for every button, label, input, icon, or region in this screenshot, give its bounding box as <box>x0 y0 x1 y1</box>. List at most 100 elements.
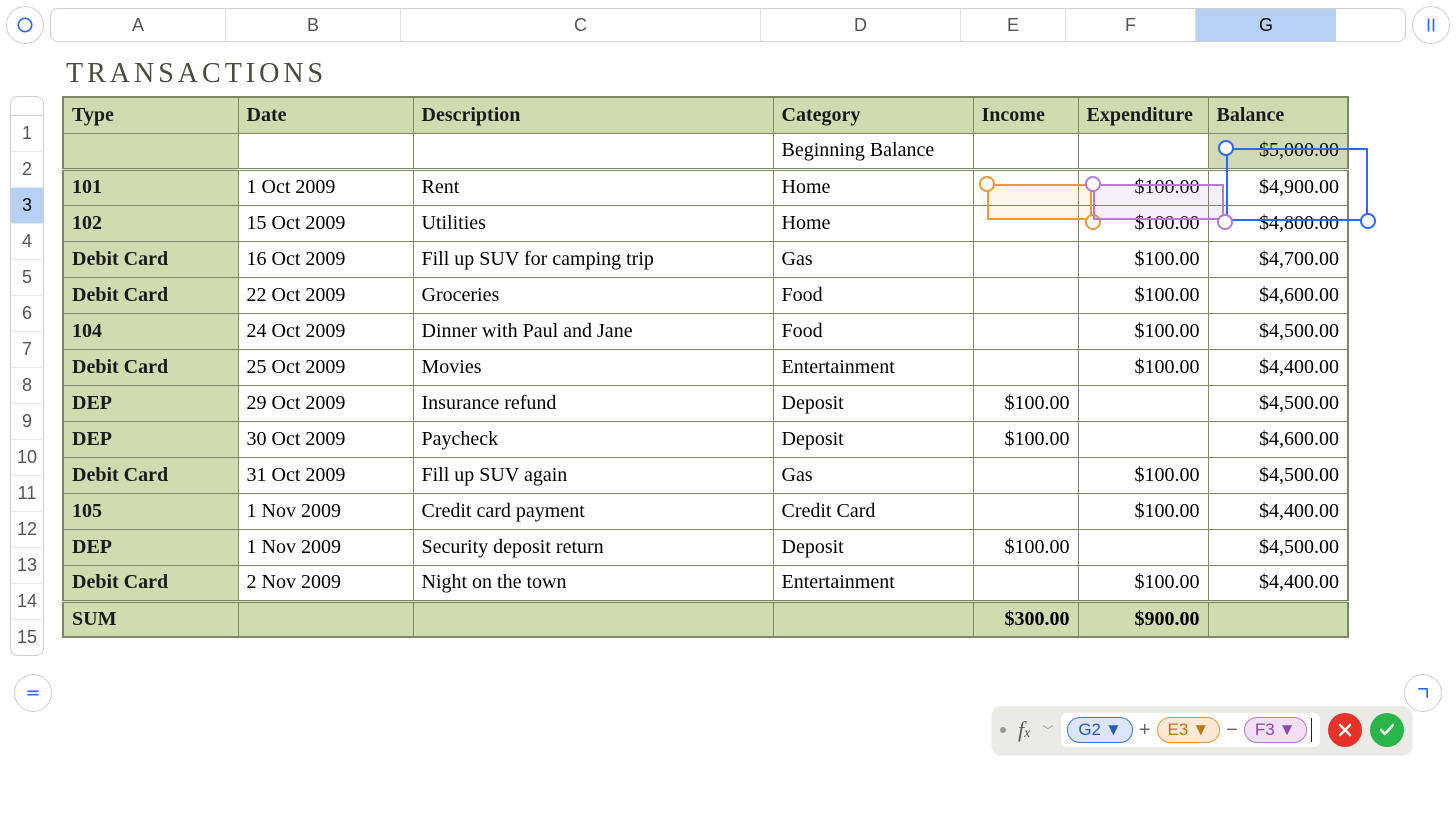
transactions-table[interactable]: Type Date Description Category Income Ex… <box>62 96 1349 638</box>
row-header-11[interactable]: 11 <box>10 476 44 512</box>
cell-cat[interactable]: Home <box>773 169 973 205</box>
cell-date[interactable]: 1 Oct 2009 <box>238 169 413 205</box>
row-header-8[interactable]: 8 <box>10 368 44 404</box>
cell-date[interactable]: 24 Oct 2009 <box>238 313 413 349</box>
cell-exp[interactable]: $100.00 <box>1078 349 1208 385</box>
cell-cat[interactable]: Gas <box>773 457 973 493</box>
table-row[interactable]: 10424 Oct 2009Dinner with Paul and JaneF… <box>63 313 1348 349</box>
cell-cat[interactable]: Gas <box>773 241 973 277</box>
col-header-D[interactable]: D <box>761 9 961 41</box>
row-header-15[interactable]: 15 <box>10 620 44 656</box>
cell-type[interactable]: DEP <box>63 421 238 457</box>
formula-token-F3[interactable]: F3▼ <box>1244 717 1307 743</box>
cell-exp[interactable] <box>1078 529 1208 565</box>
cell-exp[interactable]: $100.00 <box>1078 565 1208 601</box>
cell[interactable] <box>1208 601 1348 637</box>
cell-income[interactable] <box>973 457 1078 493</box>
cell-type[interactable]: Debit Card <box>63 565 238 601</box>
cell-exp[interactable]: $100.00 <box>1078 241 1208 277</box>
row-headers[interactable]: 1 2 3 4 5 6 7 8 9 10 11 12 13 14 15 <box>0 96 48 656</box>
formula-input[interactable]: G2▼ + E3▼ − F3▼ <box>1061 713 1320 747</box>
cell-exp[interactable] <box>1078 385 1208 421</box>
cell-income[interactable] <box>973 313 1078 349</box>
cell-type[interactable]: Debit Card <box>63 457 238 493</box>
table-row[interactable]: Debit Card22 Oct 2009GroceriesFood$100.0… <box>63 277 1348 313</box>
cell-income[interactable]: $100.00 <box>973 529 1078 565</box>
cell-date[interactable]: 2 Nov 2009 <box>238 565 413 601</box>
fx-dropdown-icon[interactable]: ﹀ <box>1042 722 1053 738</box>
cell-bal[interactable]: $4,900.00 <box>1208 169 1348 205</box>
cell-bal[interactable]: $4,500.00 <box>1208 457 1348 493</box>
cell-cat[interactable]: Deposit <box>773 385 973 421</box>
row-header-14[interactable]: 14 <box>10 584 44 620</box>
ref-handle[interactable] <box>1217 214 1233 230</box>
cell-desc[interactable]: Movies <box>413 349 773 385</box>
cell-date[interactable]: 31 Oct 2009 <box>238 457 413 493</box>
row-header-9[interactable]: 9 <box>10 404 44 440</box>
cell-date[interactable]: 29 Oct 2009 <box>238 385 413 421</box>
cell-date[interactable]: 25 Oct 2009 <box>238 349 413 385</box>
cell-cat[interactable]: Food <box>773 277 973 313</box>
ref-handle[interactable] <box>1085 176 1101 192</box>
cell-exp[interactable] <box>1078 421 1208 457</box>
row-header-7[interactable]: 7 <box>10 332 44 368</box>
cell-type[interactable]: 105 <box>63 493 238 529</box>
cell-income[interactable] <box>973 493 1078 529</box>
cell-desc[interactable]: Night on the town <box>413 565 773 601</box>
cell-bal[interactable]: $4,500.00 <box>1208 529 1348 565</box>
cell[interactable]: Beginning Balance <box>773 133 973 169</box>
formula-cancel-button[interactable] <box>1328 713 1362 747</box>
cell-income[interactable] <box>973 349 1078 385</box>
cell[interactable] <box>413 601 773 637</box>
cell[interactable] <box>238 133 413 169</box>
row-header-3[interactable]: 3 <box>10 188 44 224</box>
table-row[interactable]: DEP1 Nov 2009Security deposit returnDepo… <box>63 529 1348 565</box>
cell-bal[interactable]: $4,400.00 <box>1208 493 1348 529</box>
cell[interactable] <box>63 133 238 169</box>
table-row[interactable]: Debit Card31 Oct 2009Fill up SUV againGa… <box>63 457 1348 493</box>
corner-menu-button[interactable] <box>6 6 44 44</box>
keyboard-button[interactable] <box>14 674 52 712</box>
th-type[interactable]: Type <box>63 97 238 133</box>
th-category[interactable]: Category <box>773 97 973 133</box>
ref-handle[interactable] <box>1085 214 1101 230</box>
cell-exp[interactable]: $100.00 <box>1078 493 1208 529</box>
cell-exp[interactable]: $100.00 <box>1078 313 1208 349</box>
cell-date[interactable]: 22 Oct 2009 <box>238 277 413 313</box>
col-header-E[interactable]: E <box>961 9 1066 41</box>
cell-income[interactable] <box>973 241 1078 277</box>
cell-sum-exp[interactable]: $900.00 <box>1078 601 1208 637</box>
row-header-6[interactable]: 6 <box>10 296 44 332</box>
cell-cat[interactable]: Food <box>773 313 973 349</box>
cell-exp[interactable]: $100.00 <box>1078 277 1208 313</box>
row-header-1[interactable]: 1 <box>10 116 44 152</box>
cell-desc[interactable]: Dinner with Paul and Jane <box>413 313 773 349</box>
cell-date[interactable]: 15 Oct 2009 <box>238 205 413 241</box>
th-description[interactable]: Description <box>413 97 773 133</box>
table-row[interactable]: DEP29 Oct 2009Insurance refundDeposit$10… <box>63 385 1348 421</box>
cell-desc[interactable]: Credit card payment <box>413 493 773 529</box>
th-income[interactable]: Income <box>973 97 1078 133</box>
selection-handle[interactable] <box>1360 213 1376 229</box>
cell-cat[interactable]: Deposit <box>773 529 973 565</box>
cell-income[interactable]: $100.00 <box>973 385 1078 421</box>
formula-token-G2[interactable]: G2▼ <box>1067 717 1133 743</box>
col-header-A[interactable]: A <box>51 9 226 41</box>
table-row[interactable]: 1011 Oct 2009RentHome$100.00$4,900.00 <box>63 169 1348 205</box>
cell-desc[interactable]: Fill up SUV for camping trip <box>413 241 773 277</box>
cell-date[interactable]: 1 Nov 2009 <box>238 493 413 529</box>
cell-date[interactable]: 1 Nov 2009 <box>238 529 413 565</box>
cell-income[interactable]: $100.00 <box>973 421 1078 457</box>
cell-bal[interactable]: $4,700.00 <box>1208 241 1348 277</box>
row-header-2[interactable]: 2 <box>10 152 44 188</box>
table-row[interactable]: Debit Card16 Oct 2009Fill up SUV for cam… <box>63 241 1348 277</box>
cell-type[interactable]: DEP <box>63 385 238 421</box>
cell-exp[interactable]: $100.00 <box>1078 457 1208 493</box>
cell-type[interactable]: Debit Card <box>63 241 238 277</box>
formula-token-E3[interactable]: E3▼ <box>1157 717 1221 743</box>
selection-handle[interactable] <box>1218 140 1234 156</box>
pause-button[interactable] <box>1412 6 1450 44</box>
row-header-5[interactable]: 5 <box>10 260 44 296</box>
cell-bal[interactable]: $4,500.00 <box>1208 313 1348 349</box>
cell-bal[interactable]: $4,400.00 <box>1208 565 1348 601</box>
